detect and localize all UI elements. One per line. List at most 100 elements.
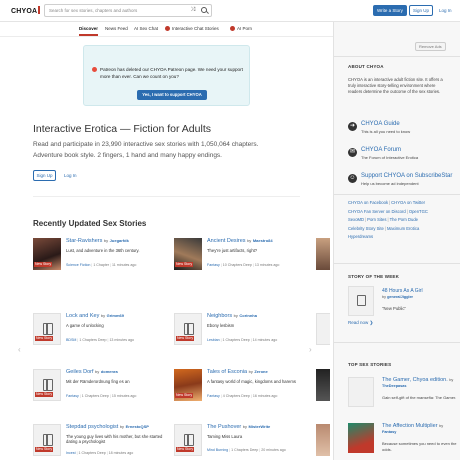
- top-story-title[interactable]: The Affection Multiplier: [382, 423, 438, 429]
- login-button[interactable]: Log In: [437, 5, 454, 16]
- write-story-button[interactable]: Write a Story: [373, 5, 407, 16]
- next-story-peek[interactable]: [316, 238, 330, 270]
- story-thumbnail[interactable]: New Story: [174, 313, 202, 345]
- read-now-link[interactable]: Read now ❯: [348, 320, 373, 326]
- carousel-prev-icon[interactable]: ‹: [18, 345, 21, 354]
- story-title[interactable]: Ancient Desires: [207, 238, 246, 244]
- story-thumbnail[interactable]: [316, 313, 330, 345]
- book-icon: [43, 433, 53, 446]
- story-title[interactable]: The Pushover: [207, 424, 241, 430]
- week-author[interactable]: generalJiggler: [387, 295, 413, 299]
- story-title[interactable]: Geiles Dorf: [66, 369, 94, 375]
- link-facebook[interactable]: CHYOA on Facebook: [348, 200, 388, 205]
- story-thumbnail[interactable]: New Story: [33, 369, 61, 401]
- story-title[interactable]: Lock and Key: [66, 313, 99, 319]
- story-card[interactable]: New Story Neighbors by Corinnha Ebony le…: [174, 313, 314, 349]
- tab-discover[interactable]: Discover: [79, 26, 98, 31]
- next-story-peek[interactable]: [316, 313, 330, 345]
- next-story-peek[interactable]: [316, 369, 330, 401]
- story-author[interactable]: Grimm69: [107, 313, 124, 318]
- support-chyoa-button[interactable]: Yes, I want to support CHYOA: [137, 90, 207, 100]
- story-card[interactable]: New Story Geiles Dorf by domenra Mit der…: [33, 369, 173, 405]
- story-category[interactable]: Lesbian: [207, 338, 220, 342]
- shuffle-icon[interactable]: ⤨: [190, 7, 195, 14]
- link-sexomd[interactable]: SexoMD: [348, 217, 364, 222]
- forum-label[interactable]: CHYOA Forum: [361, 147, 401, 153]
- story-thumbnail[interactable]: [316, 238, 330, 270]
- story-thumbnail[interactable]: [348, 286, 374, 316]
- story-title[interactable]: Tales of Esconia: [207, 369, 247, 375]
- story-title[interactable]: Star-Ravishers: [66, 238, 102, 244]
- story-category[interactable]: Mind Burning: [207, 448, 228, 452]
- link-twitter[interactable]: CHYOA on Twitter: [391, 200, 425, 205]
- story-author[interactable]: ErnestoQSP: [126, 424, 149, 429]
- top-story-item[interactable]: The Gamer, Chyoa edition. by TheDeepasas…: [348, 377, 458, 413]
- link-opentgc[interactable]: OpenTGC: [409, 209, 428, 214]
- story-author[interactable]: MisterWrite: [249, 424, 271, 429]
- forum-link[interactable]: ✉ CHYOA Forum The Forum of Interactive E…: [348, 147, 458, 163]
- support-link[interactable]: ☺ Support CHYOA on SubscribeStar Help us…: [348, 173, 458, 189]
- search-icon[interactable]: [201, 7, 207, 13]
- story-category[interactable]: Fantasy: [66, 394, 79, 398]
- logo-text[interactable]: CHYOA: [11, 8, 37, 15]
- story-thumbnail[interactable]: New Story: [174, 369, 202, 401]
- signup-button[interactable]: Sign Up: [409, 5, 434, 16]
- link-maximum-erotica[interactable]: Maximum Erotica: [387, 226, 419, 231]
- support-label[interactable]: Support CHYOA on SubscribeStar: [361, 173, 452, 179]
- link-celebrity[interactable]: Celebrity Story Site: [348, 226, 384, 231]
- tab-news-feed[interactable]: News Feed: [105, 26, 128, 31]
- link-discord[interactable]: CHYOA Fan Server on Discord: [348, 209, 406, 214]
- story-thumbnail[interactable]: New Story: [174, 424, 202, 456]
- sidebar-divider: [334, 194, 460, 195]
- story-category[interactable]: Science Fiction: [66, 263, 90, 267]
- story-thumbnail[interactable]: New Story: [33, 313, 61, 345]
- story-author[interactable]: domenra: [101, 369, 118, 374]
- story-card[interactable]: New Story The Pushover by MisterWrite Ta…: [174, 424, 314, 460]
- story-card[interactable]: New Story Lock and Key by Grimm69 A game…: [33, 313, 173, 349]
- top-story-item[interactable]: The Affection Multiplier by Fantasy Beca…: [348, 423, 458, 459]
- story-card[interactable]: New Story Stepdad psychologist by Ernest…: [33, 424, 173, 460]
- story-author[interactable]: Maestro84: [253, 238, 273, 243]
- meta-separator: |: [250, 394, 252, 398]
- story-thumbnail[interactable]: New Story: [33, 238, 61, 270]
- story-card[interactable]: New Story Tales of Esconia by Zerone A f…: [174, 369, 314, 405]
- top-story-author[interactable]: TheDeepasas: [382, 384, 406, 388]
- story-category[interactable]: Fantasy: [207, 263, 220, 267]
- search-box[interactable]: ⤨: [44, 4, 212, 17]
- story-category[interactable]: Incest: [66, 451, 76, 455]
- story-chapters: 4 Chapters Deep: [222, 394, 250, 398]
- site-logo[interactable]: CHYOA: [11, 6, 41, 15]
- tab-interactive-chat[interactable]: Interactive Chat Stories: [165, 26, 219, 31]
- story-card[interactable]: New Story Ancient Desires by Maestro84 T…: [174, 238, 314, 274]
- remove-ads-button[interactable]: Remove Ads: [415, 42, 446, 51]
- story-thumbnail[interactable]: [316, 369, 330, 401]
- story-category[interactable]: Fantasy: [207, 394, 220, 398]
- story-thumbnail[interactable]: [316, 424, 330, 456]
- hero-login-link[interactable]: Log In: [61, 170, 80, 181]
- guide-link[interactable]: ➜ CHYOA Guide This is all you need to kn…: [348, 121, 458, 137]
- story-author[interactable]: Zerone: [254, 369, 267, 374]
- story-title[interactable]: Neighbors: [207, 313, 232, 319]
- story-title[interactable]: Stepdad psychologist: [66, 424, 118, 430]
- search-input[interactable]: [49, 5, 189, 16]
- story-card[interactable]: New Story Star-Ravishers by Juegarfdk Lu…: [33, 238, 173, 274]
- story-category[interactable]: BDSM: [66, 338, 76, 342]
- guide-label[interactable]: CHYOA Guide: [361, 121, 400, 127]
- link-porn-sites[interactable]: Porn Sites: [367, 217, 386, 222]
- link-hyperdreams[interactable]: Hyperdreams: [348, 234, 373, 239]
- story-thumbnail[interactable]: New Story: [174, 238, 202, 270]
- top-story-author[interactable]: Fantasy: [382, 430, 396, 434]
- story-thumbnail[interactable]: [348, 423, 374, 453]
- top-story-title[interactable]: The Gamer, Chyoa edition.: [382, 377, 448, 383]
- story-author[interactable]: Corinnha: [239, 313, 257, 318]
- next-story-peek[interactable]: [316, 424, 330, 456]
- hero-signup-button[interactable]: Sign Up: [33, 170, 56, 181]
- story-thumbnail[interactable]: New Story: [33, 424, 61, 456]
- tab-ai-porn[interactable]: AI Porn: [230, 26, 252, 31]
- tab-ai-sex-chat[interactable]: AI Sex Chat: [134, 26, 158, 31]
- link-porn-dude[interactable]: The Porn Dude: [390, 217, 418, 222]
- story-thumbnail[interactable]: [348, 377, 374, 407]
- carousel-next-icon[interactable]: ›: [309, 345, 312, 354]
- story-author[interactable]: Juegarfdk: [110, 238, 129, 243]
- week-title[interactable]: 48 Hours As A Girl: [382, 288, 423, 294]
